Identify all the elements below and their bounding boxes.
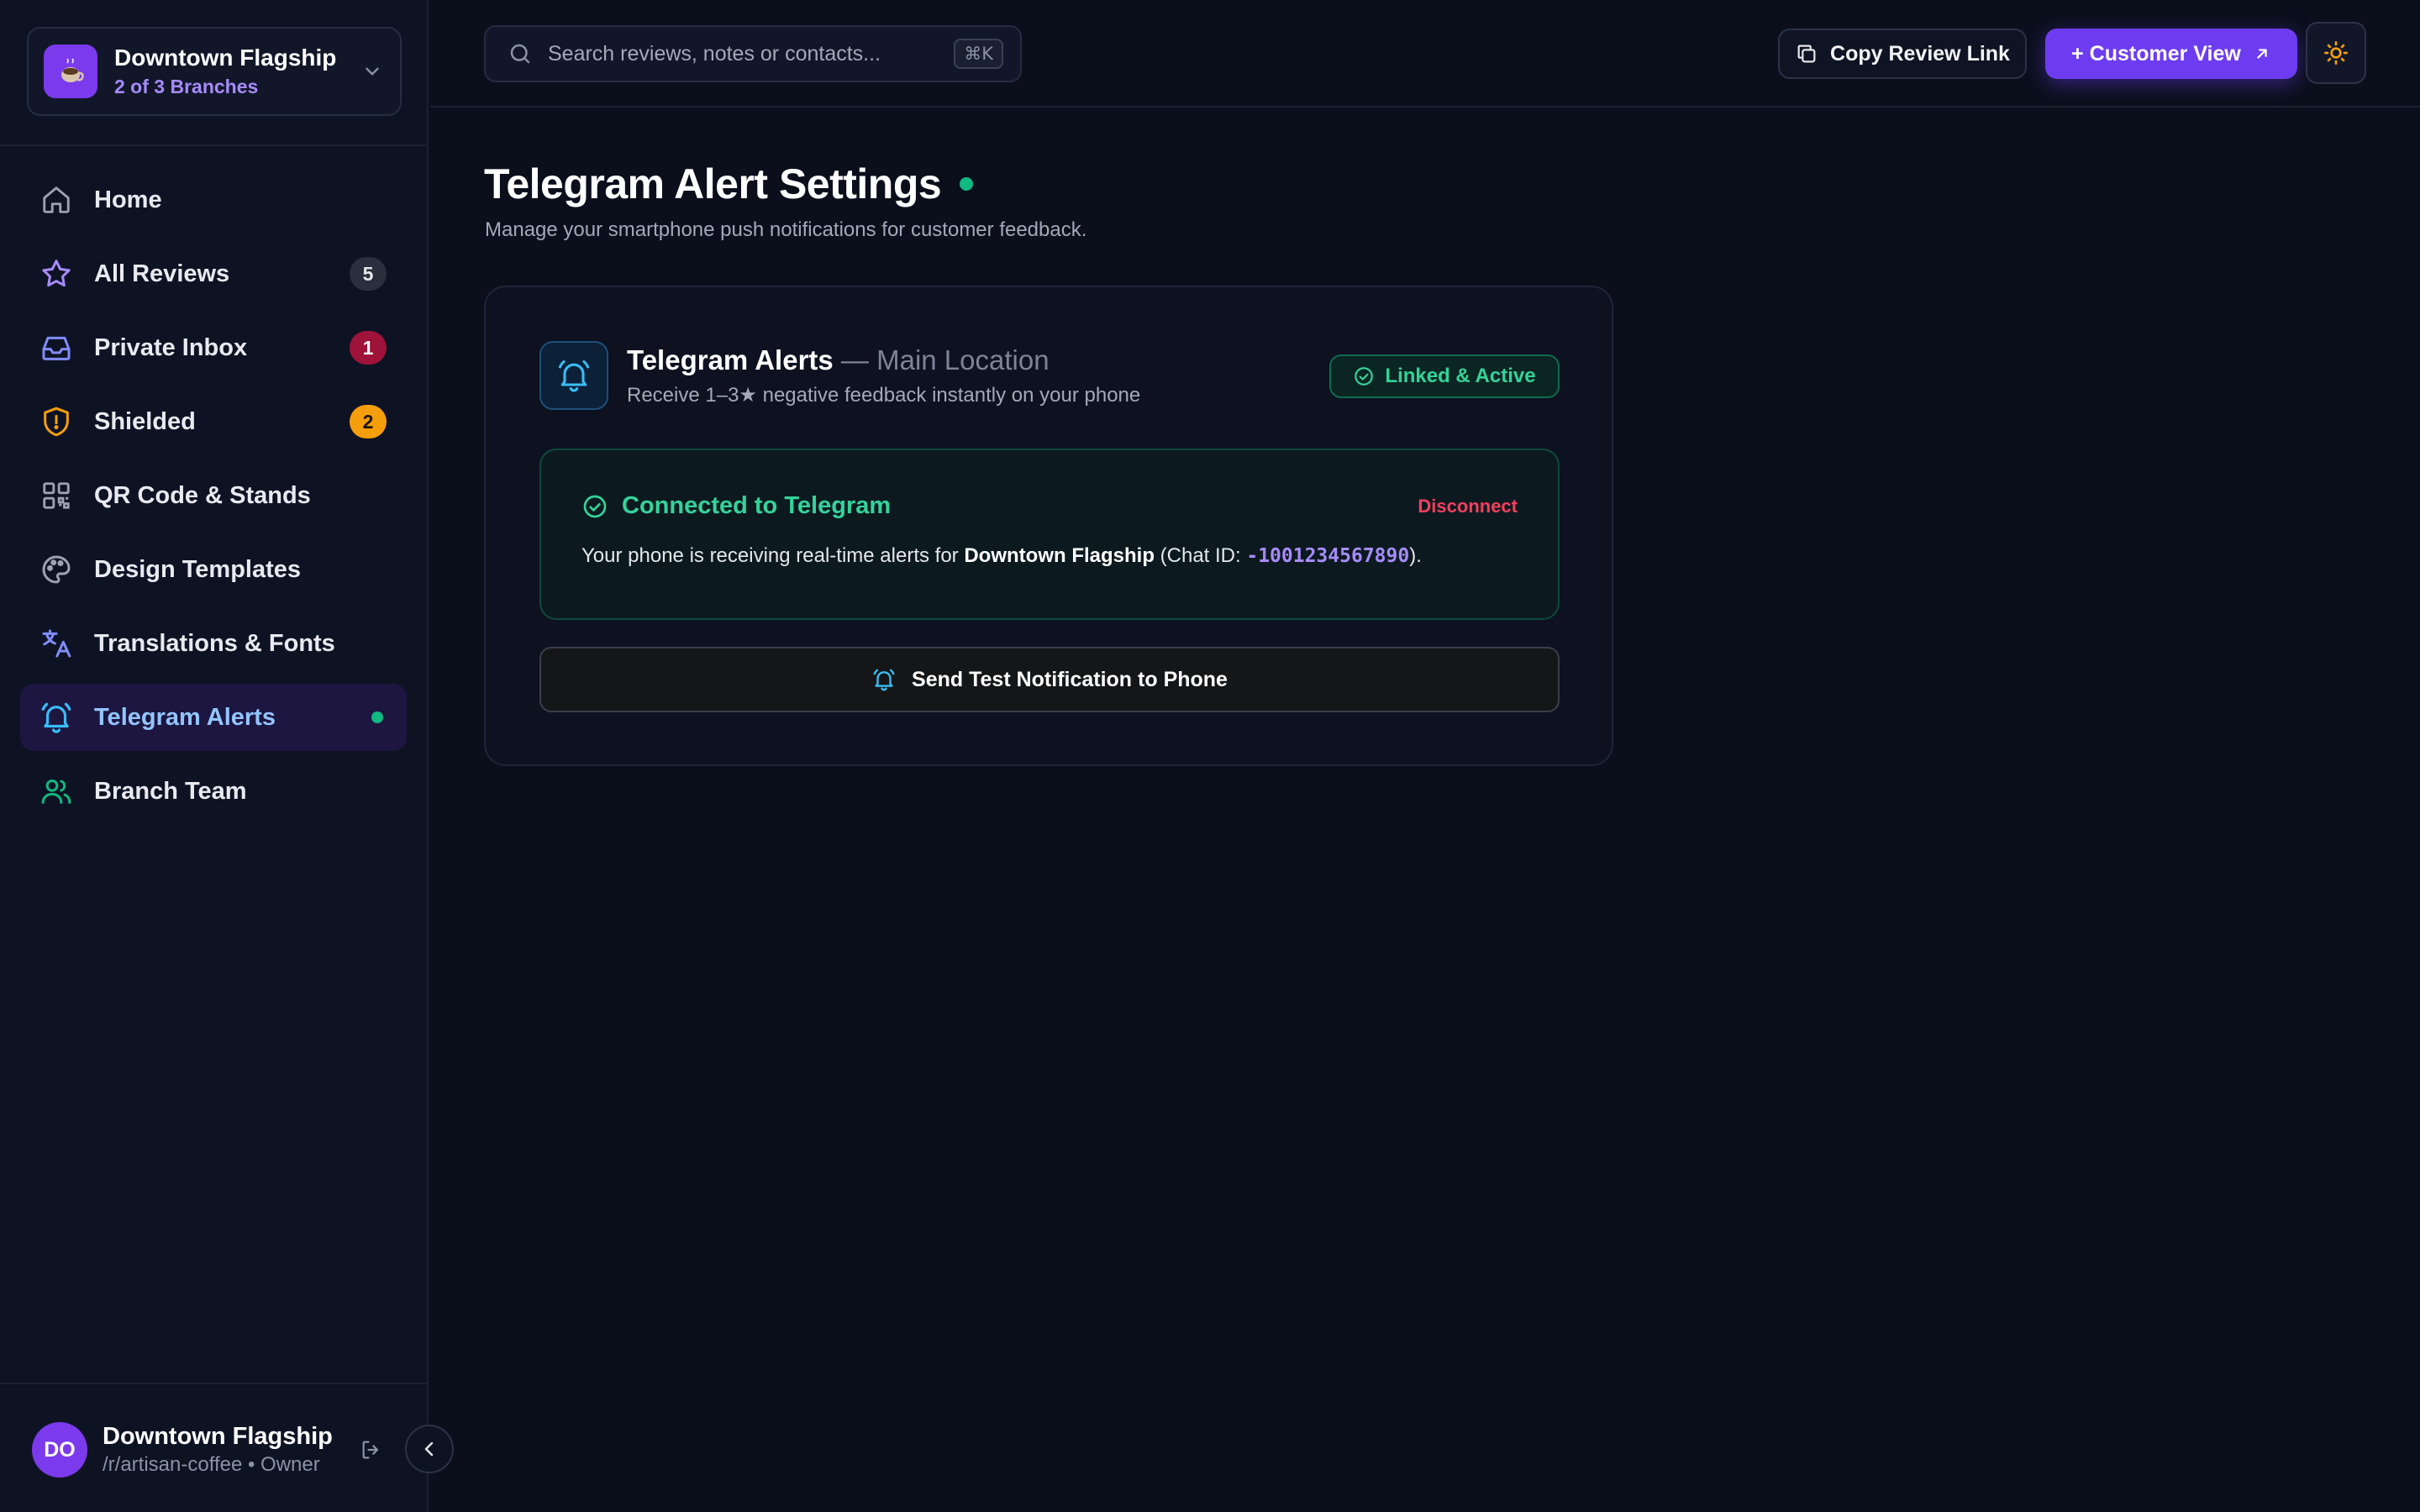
check-circle-icon: [1355, 367, 1374, 386]
chevron-down-icon: [366, 67, 379, 76]
send-test-notification-button[interactable]: Send Test Notification to Phone: [539, 647, 1560, 712]
search-box[interactable]: ⌘K: [484, 25, 1022, 82]
sidebar-item-home[interactable]: Home: [20, 166, 407, 234]
avatar: DO: [32, 1422, 87, 1478]
sidebar-item-telegram-alerts[interactable]: Telegram Alerts: [20, 684, 407, 751]
sidebar-item-label: All Reviews: [94, 260, 230, 287]
sidebar: Downtown Flagship 2 of 3 Branches Home A…: [0, 0, 429, 1512]
sidebar-item-qr-code[interactable]: QR Code & Stands: [20, 462, 407, 529]
copy-review-link-label: Copy Review Link: [1830, 41, 2010, 66]
customer-view-button[interactable]: + Customer View: [2045, 29, 2297, 79]
send-test-notification-label: Send Test Notification to Phone: [912, 667, 1228, 691]
sidebar-item-label: Shielded: [94, 407, 196, 435]
card-title-separator: —: [833, 344, 877, 375]
connection-text-suffix: ).: [1409, 544, 1422, 567]
home-icon: [39, 182, 74, 218]
inbox-icon: [39, 330, 74, 365]
user-name: Downtown Flagship: [103, 1423, 333, 1450]
status-dot: [960, 177, 974, 191]
bell-ring-icon: [539, 341, 608, 410]
top-bar: ⌘K Copy Review Link + Customer View: [430, 0, 2420, 108]
status-badge: Linked & Active: [1329, 354, 1560, 398]
chat-id: -1001234567890: [1246, 545, 1410, 567]
user-role: /r/artisan-coffee • Owner: [103, 1453, 320, 1476]
user-profile[interactable]: DO Downtown Flagship /r/artisan-coffee •…: [32, 1420, 368, 1480]
search-input[interactable]: [548, 41, 955, 66]
logout-icon[interactable]: [356, 1435, 387, 1465]
connection-branch-name: Downtown Flagship: [964, 544, 1155, 567]
sidebar-item-label: QR Code & Stands: [94, 481, 311, 509]
check-circle-icon: [583, 495, 607, 517]
branch-logo-icon: [44, 45, 97, 98]
theme-toggle-button[interactable]: [2306, 22, 2366, 84]
page-title: Telegram Alert Settings: [484, 160, 942, 207]
external-link-icon: [2257, 49, 2267, 59]
sidebar-item-translations[interactable]: Translations & Fonts: [20, 610, 407, 677]
active-status-dot: [371, 711, 383, 723]
telegram-alerts-card: Telegram Alerts — Main Location Receive …: [484, 286, 1613, 766]
branch-name: Downtown Flagship: [114, 45, 337, 71]
sun-icon: [2324, 41, 2348, 65]
sidebar-item-design-templates[interactable]: Design Templates: [20, 536, 407, 603]
search-icon: [510, 44, 530, 64]
palette-icon: [39, 552, 74, 587]
connection-description: Your phone is receiving real-time alerts…: [581, 544, 1422, 568]
sidebar-divider: [0, 144, 427, 146]
users-icon: [39, 774, 74, 809]
bell-ring-icon: [873, 669, 895, 691]
disconnect-button[interactable]: Disconnect: [1418, 496, 1518, 517]
sidebar-item-label: Design Templates: [94, 555, 302, 583]
connection-panel: Connected to Telegram Disconnect Your ph…: [539, 449, 1560, 620]
status-badge-label: Linked & Active: [1385, 365, 1536, 387]
copy-icon: [1797, 45, 1816, 63]
connection-chat-prefix: (Chat ID:: [1154, 544, 1247, 567]
sidebar-item-branch-team[interactable]: Branch Team: [20, 758, 407, 825]
card-heading: Telegram Alerts — Main Location: [627, 344, 1050, 376]
card-title: Telegram Alerts: [627, 344, 834, 375]
branch-count: 2 of 3 Branches: [114, 76, 259, 97]
shield-icon: [39, 404, 74, 439]
sidebar-item-label: Translations & Fonts: [94, 629, 335, 657]
bell-ring-icon: [39, 700, 74, 735]
connection-text-prefix: Your phone is receiving real-time alerts…: [581, 544, 965, 567]
page-subtitle: Manage your smartphone push notification…: [485, 218, 1087, 241]
qr-code-icon: [39, 478, 74, 513]
copy-review-link-button[interactable]: Copy Review Link: [1778, 29, 2027, 79]
sidebar-item-label: Branch Team: [94, 777, 247, 805]
sidebar-item-label: Telegram Alerts: [94, 703, 276, 731]
sidebar-item-private-inbox[interactable]: Private Inbox 1: [20, 314, 407, 381]
collapse-sidebar-button[interactable]: [405, 1425, 454, 1473]
sidebar-item-all-reviews[interactable]: All Reviews 5: [20, 240, 407, 307]
card-location: Main Location: [876, 344, 1050, 375]
sidebar-footer-divider: [0, 1383, 427, 1384]
star-icon: [39, 256, 74, 291]
connection-status-title: Connected to Telegram: [622, 492, 892, 519]
sidebar-item-shielded[interactable]: Shielded 2: [20, 388, 407, 455]
count-badge: 2: [350, 405, 387, 438]
sidebar-nav: Home All Reviews 5 Private Inbox 1 Shiel…: [20, 166, 407, 832]
translate-icon: [39, 626, 74, 661]
count-badge: 5: [350, 257, 387, 291]
count-badge: 1: [350, 331, 387, 365]
search-shortcut-hint: ⌘K: [954, 39, 1003, 69]
sidebar-item-label: Home: [94, 186, 162, 213]
chevron-left-icon: [424, 1441, 434, 1457]
customer-view-label: + Customer View: [2071, 41, 2241, 66]
card-description: Receive 1–3★ negative feedback instantly…: [627, 384, 1141, 407]
branch-switcher[interactable]: Downtown Flagship 2 of 3 Branches: [27, 27, 402, 116]
sidebar-item-label: Private Inbox: [94, 333, 248, 361]
